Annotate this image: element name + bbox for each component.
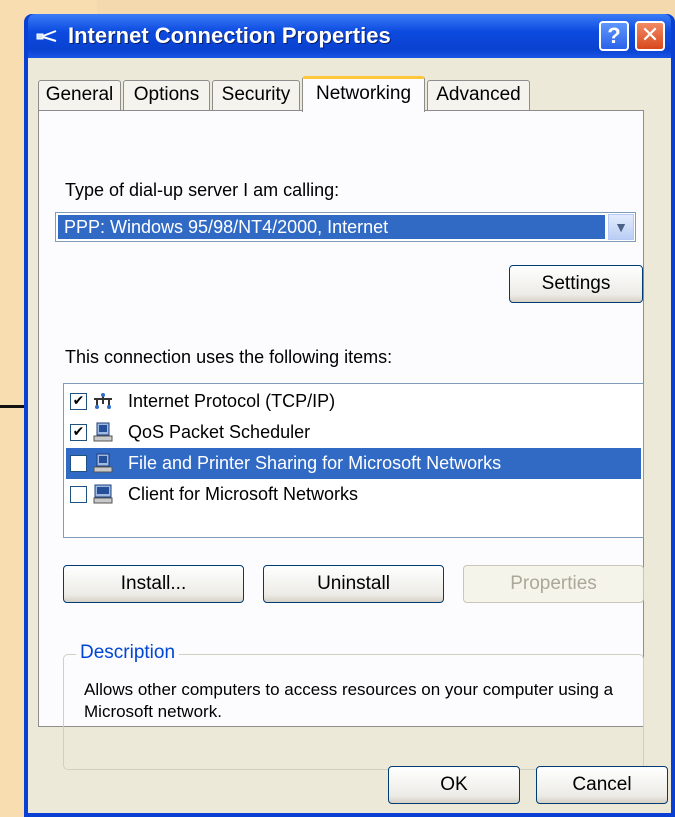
items-label: This connection uses the following items… [65,347,393,367]
item-label: Internet Protocol (TCP/IP) [128,391,336,411]
item-label: Client for Microsoft Networks [128,484,359,504]
description-groupbox: Description Allows other computers to ac… [63,642,644,770]
server-type-dropdown[interactable]: PPP: Windows 95/98/NT4/2000, Internet ▼ [55,212,636,242]
close-button[interactable]: ✕ [635,21,665,51]
install-button[interactable]: Install... [63,565,244,603]
item-label: File and Printer Sharing for Microsoft N… [128,453,502,473]
properties-dialog: Internet Connection Properties ? ✕ Gener… [24,14,675,817]
item-label: QoS Packet Scheduler [128,422,311,442]
network-protocol-icon [94,393,112,409]
item-checkbox[interactable]: ✔ [70,424,87,441]
properties-button[interactable]: Properties [463,565,644,603]
network-client-icon [93,484,113,504]
help-button[interactable]: ? [599,21,629,51]
tab-options[interactable]: Options [123,80,210,110]
uninstall-button[interactable]: Uninstall [263,565,444,603]
ok-button[interactable]: OK [388,766,520,804]
connection-icon [36,30,57,42]
description-title: Description [76,642,180,664]
item-checkbox[interactable]: ✔ [70,393,87,410]
connection-items-list[interactable]: ✔ Internet Protocol (TCP/IP) ✔ QoS Packe… [63,383,644,538]
description-text: Allows other computers to access resourc… [84,680,614,721]
server-type-label: Type of dial-up server I am calling: [65,180,340,200]
window-title: Internet Connection Properties [68,23,391,48]
item-checkbox[interactable] [70,486,87,503]
title-bar[interactable]: Internet Connection Properties ? ✕ [28,14,671,58]
server-type-value: PPP: Windows 95/98/NT4/2000, Internet [58,215,605,239]
cancel-button[interactable]: Cancel [536,766,668,804]
list-item[interactable]: Client for Microsoft Networks [66,479,641,510]
networking-tab-panel: Type of dial-up server I am calling: PPP… [38,110,644,770]
network-service-icon [93,453,113,473]
tab-general[interactable]: General [38,80,121,110]
chevron-down-icon[interactable]: ▼ [608,214,634,240]
tab-networking[interactable]: Networking [302,76,425,112]
item-checkbox[interactable] [70,455,87,472]
network-service-icon [93,422,113,442]
list-item[interactable]: ✔ Internet Protocol (TCP/IP) [66,386,641,417]
settings-button[interactable]: Settings [509,265,643,303]
dialog-client-area: General Options Security Networking Adva… [28,58,671,813]
list-item[interactable]: ✔ QoS Packet Scheduler [66,417,641,448]
list-item[interactable]: File and Printer Sharing for Microsoft N… [66,448,641,479]
tab-advanced[interactable]: Advanced [427,80,530,110]
tab-security[interactable]: Security [212,80,300,110]
